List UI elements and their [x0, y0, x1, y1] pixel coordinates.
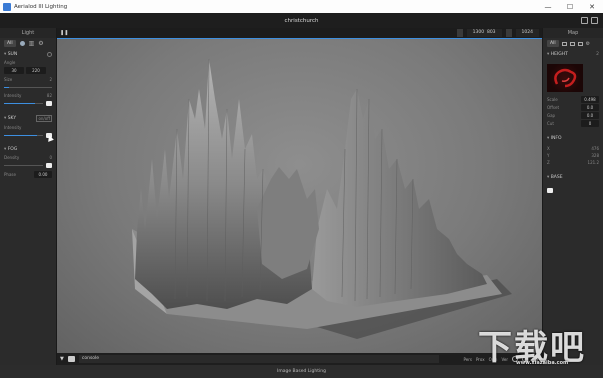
gear-map-icon[interactable]: ⚙: [586, 41, 590, 47]
terrain-tab-icon[interactable]: [561, 41, 567, 46]
texture-tab-icon[interactable]: [569, 41, 575, 46]
size-slider[interactable]: [4, 84, 52, 90]
chart-tab-icon[interactable]: ▥: [29, 40, 35, 47]
fog-color-swatch[interactable]: [46, 162, 52, 168]
info-y-value: 328: [591, 153, 599, 158]
map-tab-all[interactable]: All: [547, 40, 559, 47]
camera-tab-icon[interactable]: [577, 41, 583, 46]
document-name: christchurch: [284, 17, 319, 24]
cut-input[interactable]: 0: [581, 119, 599, 127]
fog-section: FOG Density 0 Phase 0.00: [0, 144, 56, 180]
resolution-field[interactable]: 1300 803: [466, 29, 502, 37]
info-y-label: Y: [547, 153, 550, 158]
sky-intensity-label: Intensity: [4, 125, 22, 130]
app-icon: [3, 2, 11, 11]
sky-toggle[interactable]: on/off: [36, 115, 52, 122]
phase-label: Phase: [4, 172, 16, 177]
watermark-logo: 下载吧 www.xiazaiba.com: [478, 320, 598, 370]
light-tabs: All ▥ ⚙: [0, 38, 56, 49]
gap-input[interactable]: 0.0: [581, 111, 599, 119]
sun-color-swatch[interactable]: [46, 100, 52, 106]
sun-intensity-slider[interactable]: [4, 100, 52, 106]
resolution-height[interactable]: 803: [487, 30, 496, 35]
cut-label: Cut: [547, 120, 554, 126]
base-section: BASE: [543, 172, 603, 184]
light-panel: Light All ▥ ⚙ SUN Angle 30 220 Size 2 Int…: [0, 28, 57, 365]
angle-azimuth-input[interactable]: 220: [26, 67, 46, 74]
pause-icon[interactable]: ❚❚: [60, 30, 68, 36]
scale-input[interactable]: 0.498: [581, 95, 599, 103]
tab-all[interactable]: All: [4, 40, 16, 47]
gear-icon[interactable]: ⚙: [38, 40, 43, 47]
size-label: Size: [4, 77, 13, 82]
window-title: Aerialod III Lighting: [14, 3, 68, 10]
minimize-button[interactable]: —: [537, 0, 559, 13]
height-section: HEIGHT 2: [543, 49, 603, 61]
resolution-width[interactable]: 1300: [473, 30, 484, 35]
height-section-title[interactable]: HEIGHT: [547, 52, 568, 57]
light-panel-title: Light: [0, 28, 56, 38]
camera-icon[interactable]: [67, 356, 75, 362]
info-z-label: Z: [547, 160, 550, 165]
fog-section-title[interactable]: FOG: [4, 147, 18, 152]
samples-field[interactable]: 1024: [515, 29, 539, 37]
density-slider[interactable]: [4, 162, 52, 168]
angle-label: Angle: [4, 60, 16, 65]
terrain-render: [132, 58, 512, 339]
base-color-swatch[interactable]: [547, 188, 553, 193]
height-map-thumbnail[interactable]: [547, 64, 583, 92]
map-tabs: All ⚙: [543, 38, 603, 49]
sun-intensity-label: Intensity: [4, 93, 22, 98]
console-toggle[interactable]: ▼: [60, 356, 64, 362]
sky-section-title[interactable]: SKY: [4, 116, 16, 121]
scale-label: Scale: [547, 96, 558, 102]
samples-icon[interactable]: [505, 29, 512, 37]
info-x-label: X: [547, 146, 550, 151]
mode-pers[interactable]: Pers: [464, 357, 472, 362]
sun-intensity-value: 82: [46, 93, 52, 98]
app-header: christchurch: [0, 13, 603, 28]
info-section: INFO: [543, 133, 603, 145]
terrain-peaks-right: [312, 89, 487, 307]
console-input[interactable]: console: [78, 355, 439, 363]
base-section-title[interactable]: BASE: [547, 175, 563, 180]
sun-section: SUN Angle 30 220 Size 2 Intensity 82: [0, 49, 56, 108]
height-channel[interactable]: 2: [596, 52, 599, 57]
render-viewport[interactable]: [57, 39, 542, 353]
save-icon[interactable]: [581, 17, 588, 24]
phase-input[interactable]: 0.00: [34, 171, 52, 178]
maximize-button[interactable]: ☐: [559, 0, 581, 13]
console-bar: ▼ console Pers Prox Orth Ver: [57, 353, 542, 365]
size-value: 2: [49, 77, 52, 82]
map-panel-title: Map: [543, 28, 603, 38]
angle-elevation-input[interactable]: 30: [4, 67, 24, 74]
export-icon[interactable]: [591, 17, 598, 24]
height-map-image: [554, 68, 577, 88]
viewport-toolbar: ❚❚ 1300 803 1024: [57, 28, 542, 38]
sun-tab-icon[interactable]: [19, 41, 25, 46]
info-z-value: 121.2: [587, 160, 599, 165]
info-x-value: 476: [591, 146, 599, 151]
offset-label: Offset: [547, 104, 560, 110]
gap-label: Gap: [547, 112, 556, 118]
status-text: Image Based Lighting: [277, 369, 326, 374]
title-bar: Aerialod III Lighting — ☐ ✕: [0, 0, 603, 13]
watermark-url: www.xiazaiba.com: [516, 360, 569, 366]
close-button[interactable]: ✕: [581, 0, 603, 13]
sky-intensity-slider[interactable]: [4, 132, 52, 138]
resolution-icon[interactable]: [456, 29, 463, 37]
sun-toggle[interactable]: [47, 52, 52, 57]
sun-section-title[interactable]: SUN: [4, 52, 18, 57]
offset-input[interactable]: 0.0: [581, 103, 599, 111]
density-label: Density: [4, 155, 20, 160]
map-panel: Map All ⚙ HEIGHT 2 Scale0.498 Offset0.0 …: [542, 28, 603, 365]
density-value: 0: [49, 155, 52, 160]
info-section-title[interactable]: INFO: [547, 136, 562, 141]
